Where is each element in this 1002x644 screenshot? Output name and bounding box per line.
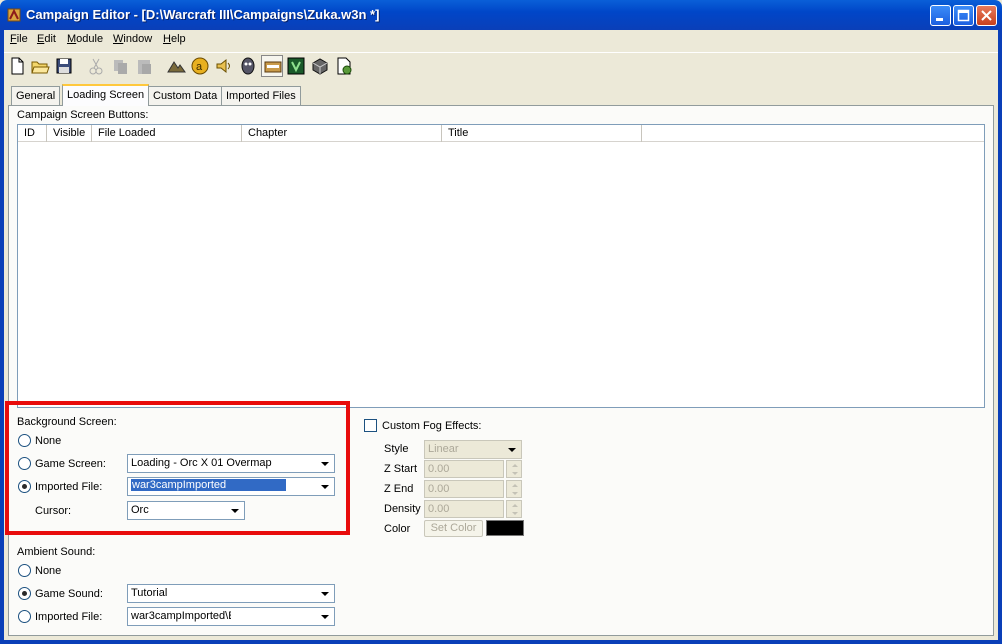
tab-general[interactable]: General <box>11 86 61 105</box>
tab-loading-screen[interactable]: Loading Screen <box>62 84 150 106</box>
object-editor-icon[interactable] <box>237 55 259 77</box>
terrain-editor-icon[interactable] <box>165 55 187 77</box>
chevron-down-icon[interactable] <box>317 609 333 624</box>
fog-zend-spinner[interactable] <box>506 480 522 498</box>
ai-editor-icon[interactable] <box>285 55 307 77</box>
ambient-game-sound-radio[interactable] <box>18 587 31 600</box>
object-manager-icon[interactable] <box>309 55 331 77</box>
open-folder-icon[interactable] <box>29 55 51 77</box>
copy-icon[interactable] <box>109 55 131 77</box>
ambient-none-label: None <box>35 565 62 577</box>
column-file-loaded[interactable]: File Loaded <box>92 125 242 142</box>
fog-zend-input[interactable]: 0.00 <box>424 480 504 498</box>
ambient-game-sound-select[interactable]: Tutorial <box>127 584 335 603</box>
tab-custom-data[interactable]: Custom Data <box>148 86 223 105</box>
ambient-none-radio[interactable] <box>18 564 31 577</box>
campaign-buttons-list[interactable]: ID Visible File Loaded Chapter Title <box>17 124 985 408</box>
menu-bar: File Edit Module Window Help <box>4 30 998 50</box>
menu-module[interactable]: Module <box>67 33 103 45</box>
fog-zstart-label: Z Start <box>384 463 418 475</box>
menu-file[interactable]: File <box>10 33 28 45</box>
fog-density-label: Density <box>384 503 421 515</box>
ambient-game-sound-label: Game Sound: <box>35 588 103 600</box>
fog-style-label: Style <box>384 443 409 455</box>
fog-density-input[interactable]: 0.00 <box>424 500 504 518</box>
chevron-down-icon[interactable] <box>504 442 520 457</box>
custom-fog-checkbox[interactable] <box>364 419 377 432</box>
paste-icon[interactable] <box>133 55 155 77</box>
fog-color-swatch <box>486 520 524 536</box>
import-manager-icon[interactable] <box>333 55 355 77</box>
sound-editor-icon[interactable] <box>213 55 235 77</box>
tab-strip: General Loading Screen Custom Data Impor… <box>8 84 998 106</box>
column-title[interactable]: Title <box>442 125 642 142</box>
window-border-bottom <box>0 640 1002 644</box>
ambient-sound-label: Ambient Sound: <box>17 546 96 558</box>
chevron-down-icon[interactable] <box>317 586 333 601</box>
window-title: Campaign Editor - [D:\Warcraft III\Campa… <box>26 7 380 22</box>
fog-density-spinner[interactable] <box>506 500 522 518</box>
menu-help[interactable]: Help <box>163 33 186 45</box>
fog-zstart-spinner[interactable] <box>506 460 522 478</box>
column-chapter[interactable]: Chapter <box>242 125 442 142</box>
new-file-icon[interactable] <box>6 55 28 77</box>
close-button[interactable] <box>976 5 997 26</box>
svg-text:a: a <box>196 61 203 73</box>
ambient-imported-file-radio[interactable] <box>18 610 31 623</box>
save-icon[interactable] <box>53 55 75 77</box>
menu-window[interactable]: Window <box>113 33 152 45</box>
cut-icon[interactable] <box>85 55 107 77</box>
minimize-button[interactable] <box>930 5 951 26</box>
ambient-imported-file-select[interactable]: war3campImported\E <box>127 607 335 626</box>
window-border-left <box>0 30 4 644</box>
menu-edit[interactable]: Edit <box>37 33 56 45</box>
highlight-box <box>5 401 350 535</box>
set-color-button[interactable]: Set Color <box>424 520 483 537</box>
fog-zstart-input[interactable]: 0.00 <box>424 460 504 478</box>
campaign-editor-icon-tool[interactable] <box>261 55 283 77</box>
fog-zend-label: Z End <box>384 483 414 495</box>
ambient-imported-file-label: Imported File: <box>35 611 103 623</box>
trigger-editor-icon[interactable]: a <box>189 55 211 77</box>
tab-imported-files[interactable]: Imported Files <box>221 86 301 105</box>
list-header: ID Visible File Loaded Chapter Title <box>18 125 984 142</box>
window-border-right <box>998 30 1002 644</box>
fog-style-select[interactable]: Linear <box>424 440 522 459</box>
custom-fog-label: Custom Fog Effects: <box>382 420 482 432</box>
title-bar: Campaign Editor - [D:\Warcraft III\Campa… <box>0 0 1002 30</box>
column-id[interactable]: ID <box>18 125 47 142</box>
maximize-button[interactable] <box>953 5 974 26</box>
toolbar: a <box>4 52 998 79</box>
campaign-buttons-label: Campaign Screen Buttons: <box>17 109 149 121</box>
fog-color-label: Color <box>384 523 411 535</box>
campaign-editor-icon[interactable] <box>6 7 22 23</box>
column-visible[interactable]: Visible <box>47 125 92 142</box>
